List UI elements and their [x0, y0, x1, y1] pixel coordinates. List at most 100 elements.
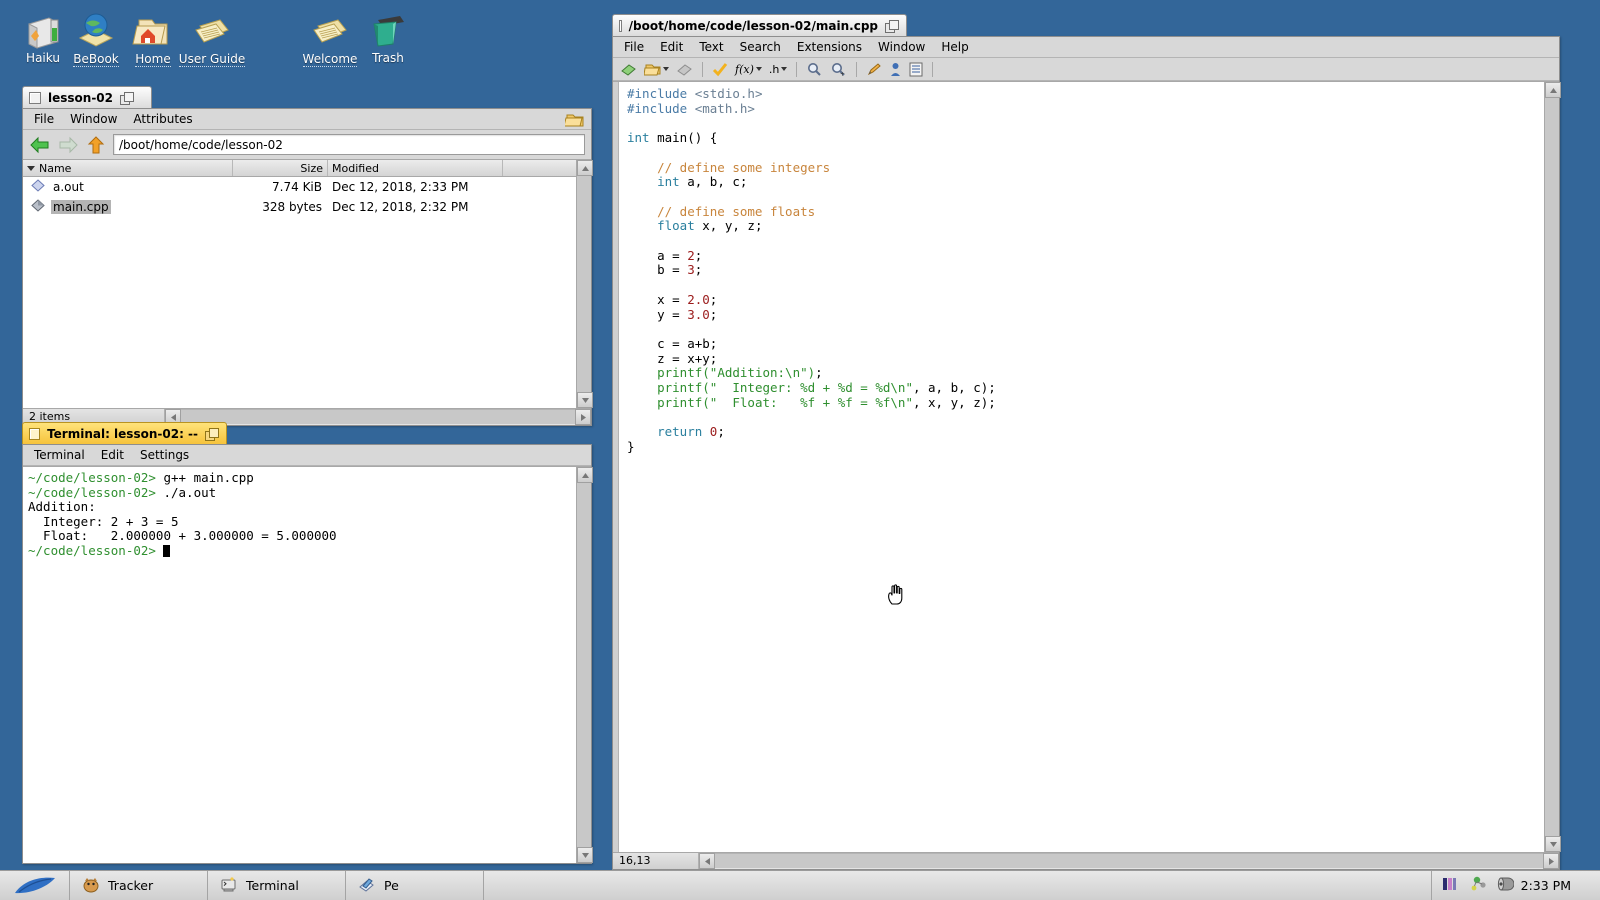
desktop-icon-user-guide[interactable]: User Guide [169, 4, 255, 67]
pe-menubar: File Edit Text Search Extensions Window … [613, 37, 1559, 58]
person-icon[interactable] [887, 61, 904, 78]
chevron-down-icon[interactable] [663, 67, 669, 71]
functions-icon[interactable]: f(x) [733, 62, 764, 77]
toolbar-separator [702, 61, 703, 77]
scroll-track[interactable] [577, 483, 591, 847]
close-icon[interactable] [29, 91, 41, 104]
terminal-menubar: Terminal Edit Settings [23, 445, 591, 466]
scroll-track[interactable] [577, 176, 591, 392]
power-status-icon[interactable] [1442, 875, 1462, 896]
checkmark-icon[interactable] [710, 61, 730, 78]
folder-icon[interactable] [563, 111, 585, 131]
back-arrow-icon[interactable] [29, 135, 51, 155]
scroll-down-button[interactable] [577, 847, 593, 863]
haiku-leaf-icon[interactable] [0, 871, 70, 900]
scroll-up-button[interactable] [1545, 82, 1561, 98]
terminal-window-title: Terminal: lesson-02: -- [47, 426, 198, 441]
menu-attributes[interactable]: Attributes [126, 110, 199, 128]
scroll-track[interactable] [715, 853, 1543, 869]
scroll-up-button[interactable] [577, 467, 593, 483]
trash-icon [345, 10, 431, 50]
menu-edit[interactable]: Edit [94, 446, 131, 464]
close-icon[interactable] [619, 19, 622, 32]
taskbar-item-tracker[interactable]: Tracker [70, 871, 208, 900]
menu-extensions[interactable]: Extensions [790, 38, 869, 56]
code-token: ; [694, 262, 703, 278]
code-token: ; [694, 247, 703, 263]
open-folder-icon[interactable] [642, 61, 671, 78]
find-icon[interactable] [804, 61, 825, 78]
chevron-down-icon[interactable] [781, 67, 788, 71]
scroll-right-button[interactable] [1543, 853, 1559, 869]
code-token: #include [627, 100, 695, 116]
file-rows: a.out 7.74 KiB Dec 12, 2018, 2:33 PM mai… [23, 177, 576, 408]
chevron-down-icon[interactable] [755, 67, 762, 71]
header-icon[interactable]: .h [767, 62, 789, 77]
file-list-vscrollbar[interactable] [576, 160, 593, 408]
tracker-navbar: /boot/home/code/lesson-02 [23, 130, 591, 159]
tracker-window-tab[interactable]: lesson-02 [22, 86, 152, 108]
code-token: ; [709, 291, 718, 307]
pencil-icon[interactable] [864, 61, 884, 78]
terminal-screen[interactable]: ~/code/lesson-02> g++ main.cpp ~/code/le… [23, 466, 593, 863]
terminal-vscrollbar[interactable] [576, 467, 593, 863]
toolbar-separator [932, 61, 934, 77]
file-name: a.out [53, 180, 84, 194]
taskbar-item-pe[interactable]: Pe [346, 871, 484, 900]
scroll-track[interactable] [1545, 98, 1559, 836]
clock[interactable]: 2:33 PM [1521, 878, 1577, 893]
pe-hscrollbar[interactable] [699, 853, 1559, 869]
menu-search[interactable]: Search [733, 38, 788, 56]
new-document-icon[interactable] [618, 61, 639, 78]
table-row[interactable]: main.cpp 328 bytes Dec 12, 2018, 2:32 PM [23, 197, 576, 217]
column-header-modified[interactable]: Modified [328, 160, 503, 176]
table-row[interactable]: a.out 7.74 KiB Dec 12, 2018, 2:33 PM [23, 177, 576, 197]
menu-window[interactable]: Window [871, 38, 932, 56]
up-arrow-icon[interactable] [85, 135, 107, 155]
menu-terminal[interactable]: Terminal [27, 446, 92, 464]
menu-file[interactable]: File [27, 110, 61, 128]
menu-text[interactable]: Text [692, 38, 730, 56]
list-icon[interactable] [907, 61, 925, 78]
pe-editor-area[interactable]: #include <stdio.h> #include <math.h> int… [613, 81, 1561, 852]
menu-help[interactable]: Help [934, 38, 975, 56]
terminal-line: ./a.out [155, 484, 217, 500]
terminal-titlebar[interactable]: Terminal: lesson-02: -- [22, 422, 592, 444]
terminal-window-tab[interactable]: Terminal: lesson-02: -- [22, 422, 227, 444]
scroll-up-button[interactable] [577, 160, 593, 176]
close-icon[interactable] [29, 427, 41, 440]
terminal-body: Terminal Edit Settings ~/code/lesson-02>… [22, 444, 593, 864]
menu-settings[interactable]: Settings [133, 446, 196, 464]
path-input[interactable]: /boot/home/code/lesson-02 [113, 134, 585, 155]
zoom-icon[interactable] [120, 91, 135, 105]
code-token: printf(" Float: %f + %f = %f\n" [657, 394, 913, 410]
file-name-cell: main.cpp [23, 199, 233, 215]
network-icon[interactable] [1469, 875, 1489, 896]
volume-icon[interactable] [1496, 875, 1515, 896]
scroll-left-button[interactable] [699, 853, 715, 869]
zoom-icon[interactable] [205, 427, 219, 441]
code-token: return [657, 424, 710, 440]
column-header-size[interactable]: Size [233, 160, 328, 176]
tracker-titlebar[interactable]: lesson-02 [22, 86, 592, 108]
cursor-position: 16,13 [613, 853, 699, 869]
menu-file[interactable]: File [617, 38, 651, 56]
code-token: // define some integers [627, 159, 831, 175]
menu-edit[interactable]: Edit [653, 38, 690, 56]
desktop-icon-label: Trash [372, 51, 404, 65]
column-header-name[interactable]: Name [23, 160, 233, 176]
scroll-down-button[interactable] [577, 392, 593, 408]
code-text[interactable]: #include <stdio.h> #include <math.h> int… [619, 82, 1544, 852]
desktop-icon-trash[interactable]: Trash [345, 4, 431, 65]
pe-vscrollbar[interactable] [1544, 82, 1561, 852]
pe-titlebar[interactable]: /boot/home/code/lesson-02/main.cpp [612, 14, 1560, 36]
scroll-down-button[interactable] [1545, 836, 1561, 852]
save-icon [674, 61, 695, 78]
pe-window-tab[interactable]: /boot/home/code/lesson-02/main.cpp [612, 14, 907, 36]
find-next-icon[interactable]: + [828, 61, 849, 78]
zoom-icon[interactable] [885, 19, 899, 33]
menu-window[interactable]: Window [63, 110, 124, 128]
taskbar-item-terminal[interactable]: Terminal [208, 871, 346, 900]
